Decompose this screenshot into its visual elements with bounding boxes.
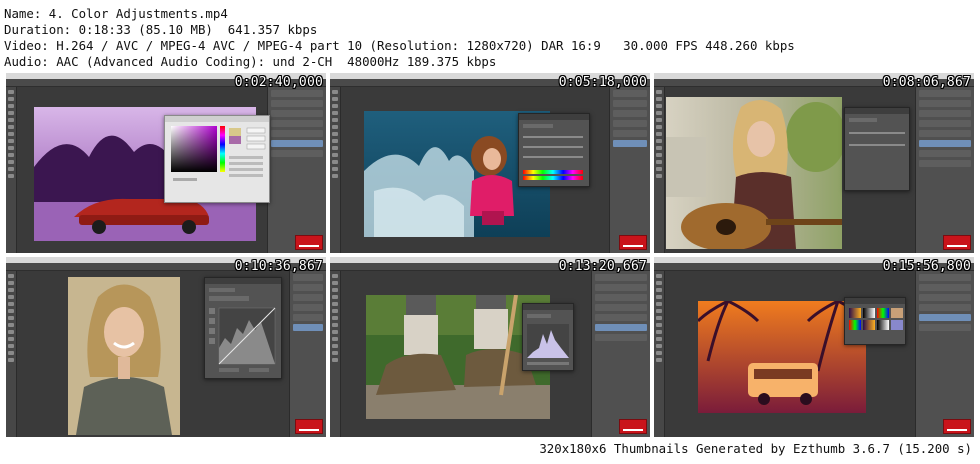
- thumbnail-1[interactable]: 0:02:40,000: [6, 73, 326, 253]
- timestamp: 0:10:36,867: [234, 259, 323, 274]
- layers-panel: [289, 271, 326, 437]
- video-stream-info: Video: H.264 / AVC / MPEG-4 AVC / MPEG-4…: [4, 38, 795, 53]
- video-duration: Duration: 0:18:33 (85.10 MB) 641.357 kbp…: [4, 22, 318, 37]
- timestamp: 0:08:06,867: [882, 75, 971, 90]
- tools-panel: [330, 271, 341, 437]
- watermark-logo: [943, 419, 971, 434]
- tools-panel: [6, 271, 17, 437]
- timestamp: 0:13:20,667: [558, 259, 647, 274]
- canvas-photo: [666, 97, 842, 249]
- tools-panel: [654, 87, 665, 253]
- watermark-logo: [295, 419, 323, 434]
- gradient-map-panel[interactable]: [844, 297, 906, 345]
- timestamp: 0:15:56,800: [882, 259, 971, 274]
- curves-panel[interactable]: [204, 277, 282, 379]
- video-name: Name: 4. Color Adjustments.mp4: [4, 6, 228, 21]
- tools-panel: [654, 271, 665, 437]
- watermark-logo: [295, 235, 323, 250]
- levels-panel[interactable]: [522, 303, 574, 371]
- watermark-logo: [619, 235, 647, 250]
- canvas-photo: [68, 277, 180, 435]
- thumbnail-6[interactable]: 0:15:56,800: [654, 257, 974, 437]
- vibrance-panel[interactable]: [844, 107, 910, 191]
- hue-saturation-panel[interactable]: [518, 113, 590, 187]
- canvas-photo: [698, 301, 866, 413]
- watermark-logo: [943, 235, 971, 250]
- thumbnail-2[interactable]: 0:05:18,000: [330, 73, 650, 253]
- thumbnail-4[interactable]: 0:10:36,867: [6, 257, 326, 437]
- tools-panel: [6, 87, 17, 253]
- timestamp: 0:05:18,000: [558, 75, 647, 90]
- watermark-logo: [619, 419, 647, 434]
- timestamp: 0:02:40,000: [234, 75, 323, 90]
- layers-panel: [609, 87, 650, 253]
- generator-credit: 320x180x6 Thumbnails Generated by Ezthum…: [539, 441, 972, 456]
- thumbnail-5[interactable]: 0:13:20,667: [330, 257, 650, 437]
- tools-panel: [330, 87, 341, 253]
- layers-panel: [591, 271, 650, 437]
- layers-panel: [915, 87, 974, 253]
- color-picker-dialog[interactable]: [164, 115, 270, 203]
- audio-stream-info: Audio: AAC (Advanced Audio Coding): und …: [4, 54, 497, 69]
- layers-panel: [915, 271, 974, 437]
- layers-panel: [267, 87, 326, 253]
- thumbnail-3[interactable]: 0:08:06,867: [654, 73, 974, 253]
